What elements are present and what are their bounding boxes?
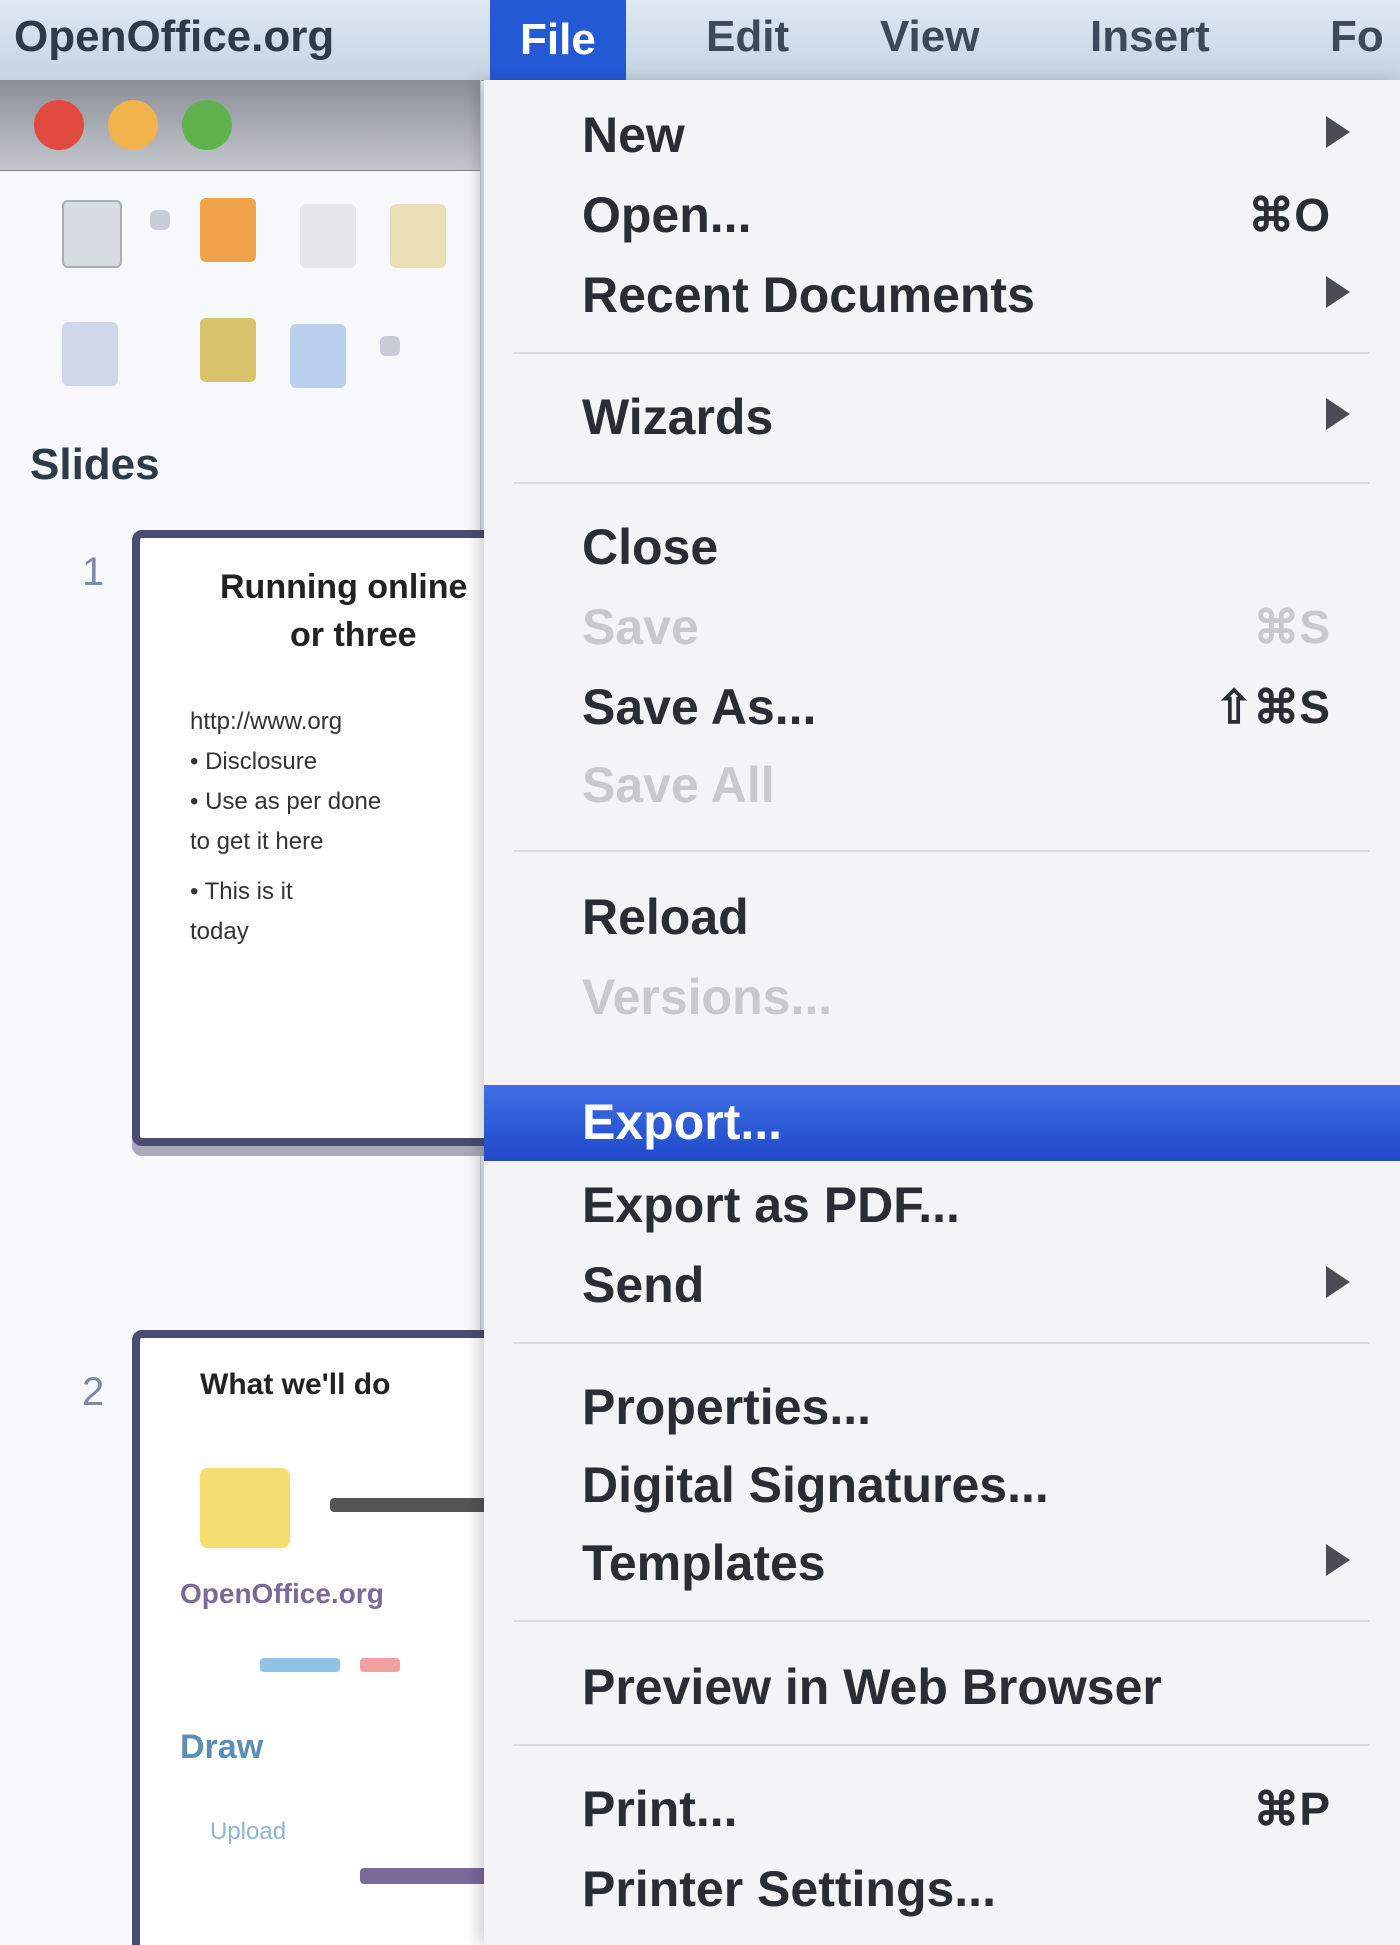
- menu-separator: [514, 1620, 1370, 1622]
- slide-text: to get it here: [190, 828, 324, 855]
- menu-item-label: New: [582, 107, 685, 163]
- menu-item-save[interactable]: Save ⌘S: [484, 590, 1400, 660]
- slide-text: today: [190, 918, 249, 945]
- menu-item-shortcut: ⌘S: [1253, 601, 1330, 653]
- slide-text: Draw: [180, 1728, 264, 1766]
- paste-icon[interactable]: [200, 318, 256, 382]
- menu-separator: [514, 1342, 1370, 1344]
- slide-text-line: [360, 1658, 400, 1672]
- slide-title: Running online: [220, 568, 468, 606]
- open-folder-icon[interactable]: [200, 198, 256, 262]
- menu-item-recent-documents[interactable]: Recent Documents: [484, 258, 1400, 328]
- submenu-arrow-icon: [1326, 116, 1350, 148]
- menu-item-label: Digital Signatures...: [582, 1457, 1049, 1513]
- menu-item-save-as[interactable]: Save As... ⇧⌘S: [484, 670, 1400, 740]
- slide-layout-icon[interactable]: [62, 322, 118, 386]
- menu-item-label: Send: [582, 1257, 705, 1313]
- menu-item-label: Export as PDF...: [582, 1177, 960, 1233]
- menu-item-label: Save: [582, 599, 699, 655]
- menu-item-new[interactable]: New: [484, 98, 1400, 168]
- menu-format[interactable]: Fo: [1330, 12, 1384, 62]
- menu-item-print[interactable]: Print... ⌘P: [484, 1772, 1400, 1842]
- menu-item-label: Printer Settings...: [582, 1861, 996, 1917]
- slide-text: • Use as per done: [190, 788, 382, 815]
- menu-item-send[interactable]: Send: [484, 1248, 1400, 1318]
- new-document-icon[interactable]: [62, 200, 122, 268]
- menu-item-templates[interactable]: Templates: [484, 1526, 1400, 1596]
- menu-edit[interactable]: Edit: [706, 12, 789, 62]
- menu-item-export[interactable]: Export...: [484, 1085, 1400, 1161]
- menu-item-label: Save As...: [582, 679, 817, 735]
- close-window-icon[interactable]: [34, 100, 84, 150]
- toolbar-row-1: [0, 180, 480, 290]
- slide-text-line: [260, 1658, 340, 1672]
- save-icon[interactable]: [300, 204, 356, 268]
- menu-item-label: Properties...: [582, 1379, 871, 1435]
- dropdown-arrow-icon[interactable]: [150, 210, 170, 230]
- menu-item-export-as-pdf[interactable]: Export as PDF...: [484, 1168, 1400, 1238]
- slide-number: 1: [82, 550, 105, 594]
- edit-icon[interactable]: [390, 204, 446, 268]
- menu-item-label: Save All: [582, 757, 775, 813]
- menu-item-open[interactable]: Open... ⌘O: [484, 178, 1400, 248]
- menu-item-label: Wizards: [582, 389, 774, 445]
- submenu-arrow-icon: [1326, 1544, 1350, 1576]
- menu-item-shortcut: ⌘P: [1253, 1783, 1330, 1835]
- folder-image: [200, 1468, 290, 1548]
- slide-text: • Disclosure: [190, 748, 318, 775]
- menu-item-label: Open...: [582, 187, 752, 243]
- slide-text: http://www.org: [190, 708, 343, 735]
- menu-item-label: Close: [582, 519, 719, 575]
- menu-file[interactable]: File: [490, 0, 626, 80]
- undo-dropdown-icon[interactable]: [380, 336, 400, 356]
- undo-icon[interactable]: [290, 324, 346, 388]
- toolbar-row-2: [0, 300, 480, 410]
- menu-insert[interactable]: Insert: [1090, 12, 1210, 62]
- menu-item-label: Preview in Web Browser: [582, 1659, 1162, 1715]
- document-window: Slides 1 Running online or three http://…: [0, 80, 588, 1945]
- menu-item-label: Export...: [582, 1094, 783, 1150]
- menu-item-printer-settings[interactable]: Printer Settings...: [484, 1852, 1400, 1922]
- slide-text-line: [330, 1498, 510, 1512]
- minimize-window-icon[interactable]: [108, 100, 158, 150]
- menu-separator: [514, 1744, 1370, 1746]
- menu-separator: [514, 850, 1370, 852]
- menu-item-label: Recent Documents: [582, 267, 1035, 323]
- menubar: OpenOffice.org File Edit View Insert Fo: [0, 0, 1400, 81]
- menu-item-save-all[interactable]: Save All: [484, 748, 1400, 818]
- menu-view[interactable]: View: [880, 12, 979, 62]
- app-menu[interactable]: OpenOffice.org: [14, 12, 334, 62]
- menu-item-shortcut: ⌘O: [1248, 189, 1330, 241]
- window-titlebar: [0, 80, 480, 171]
- menu-item-reload[interactable]: Reload: [484, 880, 1400, 950]
- menu-item-label: Print...: [582, 1781, 738, 1837]
- menu-item-close[interactable]: Close: [484, 510, 1400, 580]
- menu-separator: [514, 482, 1370, 484]
- submenu-arrow-icon: [1326, 1266, 1350, 1298]
- menu-separator: [514, 352, 1370, 354]
- menu-item-label: Reload: [582, 889, 749, 945]
- slide-title-line2: or three: [290, 616, 417, 654]
- menu-item-label: Templates: [582, 1535, 826, 1591]
- slide-text: OpenOffice.org: [180, 1578, 384, 1609]
- slide-text: • This is it: [190, 878, 293, 905]
- zoom-window-icon[interactable]: [182, 100, 232, 150]
- menu-item-label: Versions...: [582, 969, 833, 1025]
- menu-item-shortcut: ⇧⌘S: [1214, 681, 1330, 733]
- menu-item-versions[interactable]: Versions...: [484, 960, 1400, 1030]
- submenu-arrow-icon: [1326, 398, 1350, 430]
- menu-item-wizards[interactable]: Wizards: [484, 380, 1400, 450]
- slides-panel-title: Slides: [30, 440, 160, 489]
- submenu-arrow-icon: [1326, 276, 1350, 308]
- slide-number: 2: [82, 1370, 105, 1414]
- menu-item-properties[interactable]: Properties...: [484, 1370, 1400, 1440]
- file-menu: New Open... ⌘O Recent Documents Wizards …: [484, 80, 1400, 1945]
- slide-title: What we'll do: [200, 1368, 391, 1401]
- menu-item-preview-in-web-browser[interactable]: Preview in Web Browser: [484, 1650, 1400, 1720]
- menu-item-digital-signatures[interactable]: Digital Signatures...: [484, 1448, 1400, 1518]
- slide-text: Upload: [210, 1818, 287, 1845]
